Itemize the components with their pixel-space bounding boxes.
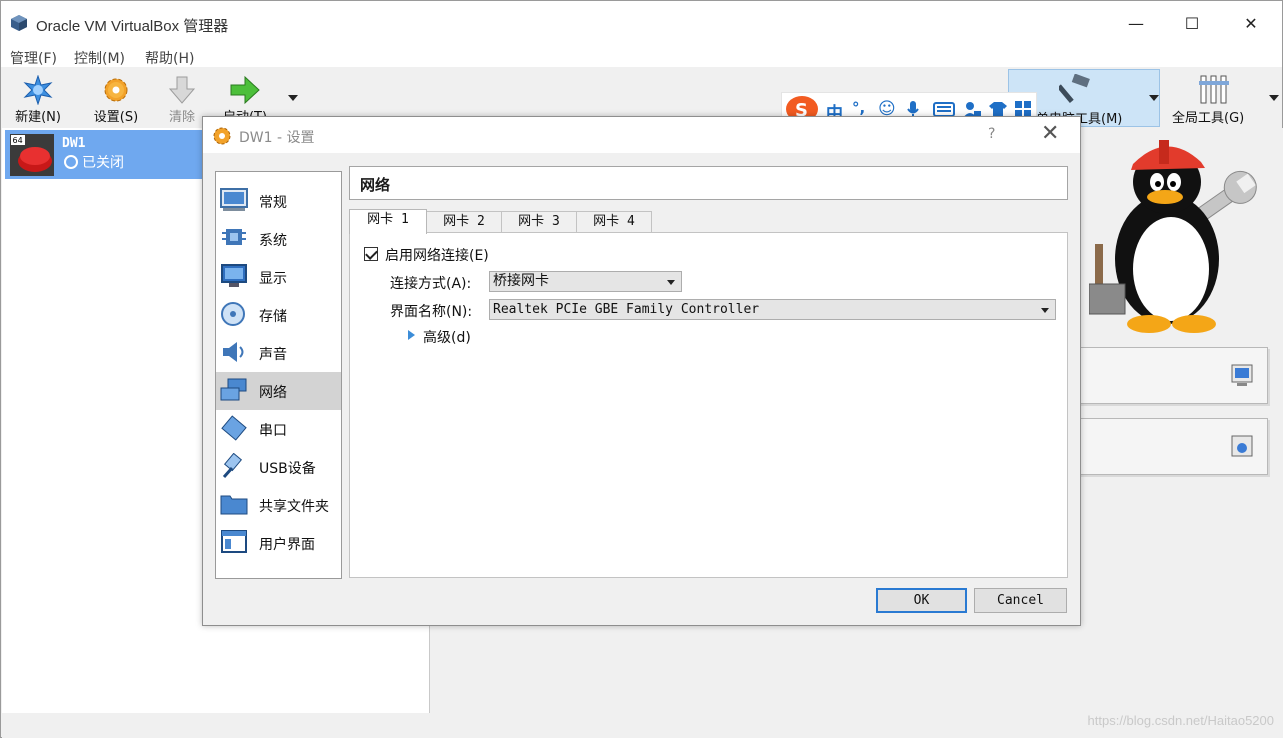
power-off-icon (64, 155, 78, 169)
category-audio[interactable]: 声音 (216, 334, 341, 372)
settings-button[interactable]: 设置(S) (86, 71, 146, 127)
new-vm-button[interactable]: 新建(N) (8, 71, 68, 127)
network-icon (220, 378, 247, 401)
category-label: 用户界面 (259, 537, 315, 553)
category-label: 存储 (259, 309, 287, 325)
attached-to-label: 连接方式(A): (390, 276, 472, 292)
vm-name: DW1 (62, 136, 86, 151)
attached-to-select[interactable]: 桥接网卡 (489, 271, 682, 292)
menu-help[interactable]: 帮助(H) (145, 48, 194, 68)
settings-category-list: 常规 系统 显示 存储 声音 网络 串口 USB设备 共享文件夹 用户界面 (215, 171, 342, 579)
start-arrow-icon (230, 75, 260, 105)
title-bar: Oracle VM VirtualBox 管理器 — ☐ ✕ (1, 1, 1282, 45)
category-label: 常规 (259, 195, 287, 211)
menu-file[interactable]: 管理(F) (10, 48, 57, 68)
dialog-title: DW1 - 设置 (239, 130, 315, 146)
adapter-tab-content: 启用网络连接(E) 连接方式(A): 桥接网卡 界面名称(N): Realtek… (349, 232, 1068, 578)
tab-adapter-3[interactable]: 网卡 3 (501, 211, 577, 233)
category-label: 声音 (259, 347, 287, 363)
chevron-down-icon (667, 280, 675, 285)
virtualbox-logo-icon (11, 15, 27, 31)
adapter-name-value: Realtek PCIe GBE Family Controller (493, 302, 760, 317)
category-label: 系统 (259, 233, 287, 249)
tab-adapter-2[interactable]: 网卡 2 (426, 211, 502, 233)
attached-to-value: 桥接网卡 (493, 273, 549, 289)
settings-dialog: DW1 - 设置 ? ✕ 常规 系统 显示 存储 声音 网络 串口 USB设备 … (202, 116, 1081, 626)
advanced-toggle[interactable]: 高级(d) (423, 327, 471, 347)
enable-adapter-label: 启用网络连接(E) (385, 248, 489, 264)
dialog-close-button[interactable]: ✕ (1041, 121, 1059, 146)
category-network[interactable]: 网络 (216, 372, 341, 410)
tools-icon (1199, 75, 1229, 104)
vm-state: 已关闭 (64, 152, 124, 172)
new-vm-label: 新建(N) (15, 110, 61, 125)
window-ui-icon (221, 530, 247, 553)
maximize-button[interactable]: ☐ (1169, 9, 1215, 39)
enable-adapter-checkbox[interactable] (364, 247, 378, 261)
preview-panel (1078, 347, 1268, 404)
disk-icon (221, 302, 245, 326)
close-window-button[interactable]: ✕ (1228, 9, 1274, 39)
start-dropdown-arrow-icon[interactable] (288, 95, 298, 101)
serial-port-icon (221, 415, 247, 441)
watermark-text: https://blog.csdn.net/Haitao5200 (1087, 713, 1274, 728)
speaker-icon (223, 342, 244, 362)
tab-adapter-1[interactable]: 网卡 1 (349, 209, 427, 234)
usb-icon (222, 453, 243, 478)
category-label: 显示 (259, 271, 287, 287)
global-tools-dropdown-arrow-icon[interactable] (1269, 95, 1279, 101)
category-label: 串口 (259, 423, 287, 439)
window-title: Oracle VM VirtualBox 管理器 (36, 18, 229, 35)
os-type-icon: 64 (10, 134, 54, 176)
global-tools-button[interactable]: 全局工具(G) (1167, 69, 1267, 127)
ime-punctuation-icon[interactable]: °, (852, 99, 865, 117)
adapter-name-label: 界面名称(N): (390, 304, 473, 320)
gear-icon (104, 78, 128, 102)
vm-list-item[interactable]: 64 DW1 已关闭 (5, 130, 215, 179)
help-button[interactable]: ? (988, 126, 995, 142)
new-star-icon (23, 75, 53, 105)
category-serial[interactable]: 串口 (216, 410, 341, 448)
category-storage[interactable]: 存储 (216, 296, 341, 334)
dialog-title-bar: DW1 - 设置 ? ✕ (203, 117, 1080, 153)
down-arrow-icon (168, 76, 196, 104)
display-icon (221, 264, 247, 287)
vm-state-text: 已关闭 (82, 155, 124, 171)
folder-icon (220, 495, 248, 515)
category-label: 网络 (259, 385, 287, 401)
expand-arrow-icon[interactable] (408, 330, 415, 340)
page-header: 网络 (349, 166, 1068, 200)
preview-monitor-icon (1231, 364, 1253, 386)
category-display[interactable]: 显示 (216, 258, 341, 296)
category-general[interactable]: 常规 (216, 182, 341, 220)
machine-tools-dropdown-arrow-icon[interactable] (1149, 95, 1159, 101)
category-system[interactable]: 系统 (216, 220, 341, 258)
snapshot-camera-icon (1231, 435, 1253, 457)
category-label: USB设备 (259, 461, 316, 477)
menu-bar: 管理(F) 控制(M) 帮助(H) (1, 45, 1282, 67)
page-title: 网络 (360, 176, 391, 194)
chip-icon (222, 229, 246, 245)
menu-machine[interactable]: 控制(M) (74, 48, 125, 68)
snapshot-panel (1078, 418, 1268, 475)
hammer-icon (1059, 74, 1090, 103)
global-tools-label: 全局工具(G) (1172, 111, 1245, 126)
badge-64: 64 (13, 136, 23, 145)
category-usb[interactable]: USB设备 (216, 448, 341, 486)
category-label: 共享文件夹 (259, 499, 329, 515)
ok-button[interactable]: OK (876, 588, 967, 613)
cancel-button[interactable]: Cancel (974, 588, 1067, 613)
minimize-button[interactable]: — (1113, 9, 1159, 39)
tab-adapter-4[interactable]: 网卡 4 (576, 211, 652, 233)
penguin-mascot-image (1089, 140, 1257, 333)
chevron-down-icon (1041, 308, 1049, 313)
ime-keyboard-icon[interactable] (933, 102, 955, 117)
monitor-general-icon (220, 188, 248, 211)
category-user-interface[interactable]: 用户界面 (216, 524, 341, 562)
settings-label: 设置(S) (93, 110, 139, 125)
settings-gear-icon (213, 127, 231, 145)
adapter-name-select[interactable]: Realtek PCIe GBE Family Controller (489, 299, 1056, 320)
category-shared-folders[interactable]: 共享文件夹 (216, 486, 341, 524)
